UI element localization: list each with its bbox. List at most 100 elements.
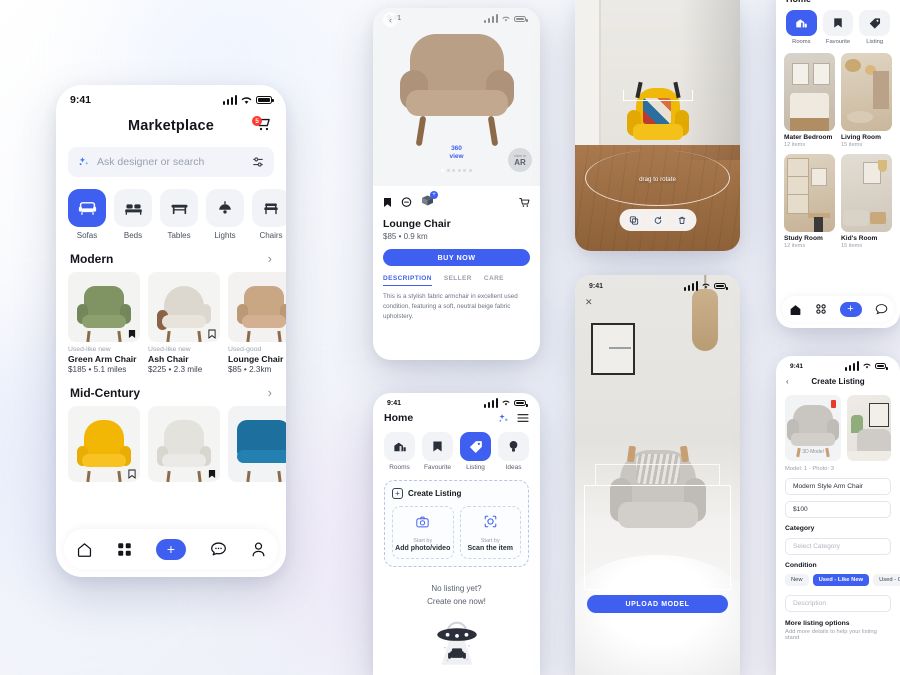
table-icon — [171, 204, 187, 214]
room-count: 15 items — [841, 142, 863, 148]
cart-button[interactable]: 5 — [252, 115, 272, 133]
search-bar[interactable]: Ask designer or search — [68, 147, 274, 177]
category-chairs[interactable]: Chairs — [252, 189, 286, 240]
condition-new[interactable]: New — [785, 574, 809, 586]
add-button[interactable]: + — [839, 301, 862, 317]
room-card[interactable]: Living Room 15 items — [841, 53, 892, 148]
chevron-right-icon[interactable]: › — [268, 251, 272, 266]
category-beds[interactable]: Beds — [114, 189, 152, 240]
scan-icon — [484, 515, 497, 528]
share-model-button[interactable]: + — [421, 191, 438, 211]
ar-wall-shadow — [680, 0, 740, 160]
create-listing-header: + Create Listing — [392, 488, 521, 499]
condition-used-good[interactable]: Used - Good — [873, 574, 900, 586]
model-thumbnail[interactable]: 3D Model — [785, 395, 841, 461]
profile-icon[interactable] — [251, 541, 266, 558]
status-bar: 9:41 — [56, 85, 286, 111]
product-3d-model[interactable] — [398, 34, 516, 152]
tab-favourite[interactable]: Favourite — [822, 10, 854, 45]
close-button[interactable]: ✕ — [585, 297, 593, 308]
home-icon[interactable] — [76, 541, 93, 558]
tab-rooms[interactable]: Rooms — [384, 432, 415, 471]
create-listing-card[interactable]: + Create Listing Start by Add photo/vide… — [384, 480, 529, 567]
create-listing-screen: 9:41 ‹ Create Listing 3D Model Model: 1 — [776, 356, 900, 675]
bookmark-icon[interactable] — [383, 197, 392, 208]
grid-icon[interactable] — [117, 542, 132, 557]
bookmark-icon[interactable] — [208, 469, 216, 479]
listing-price-field[interactable]: $100 — [785, 501, 891, 518]
section-header-modern: Modern › — [56, 240, 286, 272]
comment-icon[interactable] — [401, 196, 412, 208]
chevron-right-icon[interactable]: › — [268, 385, 272, 400]
product-card[interactable] — [148, 406, 220, 482]
tab-rooms[interactable]: Rooms — [786, 10, 817, 45]
rotate-button[interactable] — [650, 212, 665, 228]
tab-listing[interactable]: Listing — [460, 432, 491, 471]
sparkle-icon[interactable] — [498, 413, 509, 424]
chat-icon[interactable] — [210, 541, 227, 557]
scan-upload-screen: 9:41 ✕ UPLOAD MODEL — [575, 275, 740, 675]
search-input[interactable]: Ask designer or search — [97, 156, 245, 168]
category-lights[interactable]: Lights — [206, 189, 244, 240]
product-card[interactable]: Used-like new Green Arm Chair $185 • 5.1… — [68, 272, 140, 374]
category-tables[interactable]: Tables — [160, 189, 198, 240]
plus-icon[interactable]: + — [392, 488, 403, 499]
filter-icon[interactable] — [252, 156, 264, 168]
description-field[interactable]: Description — [785, 595, 891, 612]
empty-state: No listing yet? Create one now! — [373, 583, 540, 673]
condition-used-like-new[interactable]: Used - Like New — [812, 574, 870, 586]
delete-button[interactable] — [674, 212, 689, 228]
tab-listing[interactable]: Listing — [859, 10, 891, 45]
duplicate-button[interactable] — [626, 212, 641, 228]
tab-label: Listing — [866, 39, 884, 45]
option-scan-item[interactable]: Start by Scan the item — [459, 506, 521, 559]
tab-label: Favourite — [825, 39, 851, 45]
tab-ideas[interactable]: Ideas — [498, 432, 529, 471]
tab-label: Favourite — [423, 464, 452, 471]
battery-icon — [514, 15, 528, 22]
section-title: Modern — [70, 251, 114, 266]
room-card[interactable]: Kid's Room 15 items — [841, 154, 892, 249]
room-photo — [841, 154, 892, 232]
tab-favourite[interactable]: Favourite — [422, 432, 453, 471]
cube-plus-badge: + — [430, 191, 438, 199]
buy-now-button[interactable]: BUY NOW — [383, 249, 530, 266]
tab-label: Listing — [466, 464, 485, 471]
scan-box-front-face — [584, 485, 731, 590]
room-card[interactable]: Mater Bedroom 12 items — [784, 53, 835, 148]
product-card[interactable]: Used-good Lounge Chair $85 • 2.3km — [228, 272, 286, 374]
ar-button[interactable]: view in AR — [508, 148, 532, 172]
option-add-photo[interactable]: Start by Add photo/video — [392, 506, 454, 559]
upload-model-button[interactable]: UPLOAD MODEL — [587, 595, 728, 613]
photo-thumbnail[interactable] — [847, 395, 891, 461]
record-indicator — [831, 400, 836, 408]
cart-icon[interactable] — [519, 197, 530, 208]
tab-description[interactable]: DESCRIPTION — [383, 275, 432, 286]
menu-icon[interactable] — [517, 413, 529, 423]
room-count: 12 items — [784, 243, 806, 249]
category-select[interactable]: Select Category — [785, 538, 891, 555]
battery-icon — [714, 283, 728, 290]
home-icon[interactable] — [789, 303, 802, 316]
tab-care[interactable]: CARE — [484, 275, 504, 286]
grid-icon[interactable] — [815, 303, 827, 315]
product-card[interactable] — [228, 406, 286, 482]
category-icon-box — [68, 189, 106, 227]
back-button[interactable]: ‹ — [383, 12, 398, 27]
ar-placement-screen[interactable]: drag to rotate — [575, 0, 740, 251]
bookmark-icon[interactable] — [208, 329, 216, 339]
bookmark-icon[interactable] — [128, 329, 136, 339]
tab-seller[interactable]: SELLER — [444, 275, 472, 286]
media-row: 3D Model — [776, 388, 900, 461]
product-card[interactable]: Used-like new Ash Chair $225 • 2.3 mile — [148, 272, 220, 374]
category-sofas[interactable]: Sofas — [68, 189, 106, 240]
rotate-icon — [654, 215, 661, 224]
bookmark-icon[interactable] — [128, 469, 136, 479]
more-listing-options[interactable]: More listing options Add more details to… — [776, 612, 900, 641]
product-card[interactable] — [68, 406, 140, 482]
chat-icon[interactable] — [875, 303, 888, 315]
listing-name-field[interactable]: Modern Style Arm Chair — [785, 478, 891, 495]
room-card[interactable]: Study Room 12 items — [784, 154, 835, 249]
add-button[interactable]: + — [156, 538, 186, 560]
page-title: Marketplace — [127, 118, 215, 134]
